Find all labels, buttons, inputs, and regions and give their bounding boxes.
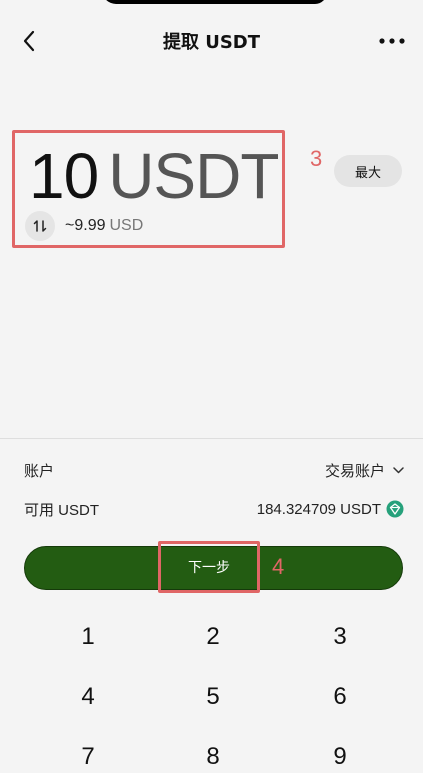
key-8[interactable]: 8 [153, 732, 273, 773]
available-label: 可用 USDT [24, 501, 100, 519]
available-value: 184.324709 USDT [256, 500, 381, 518]
device-notch [101, 0, 322, 4]
available-row: 可用 USDT 184.324709 USDT [24, 497, 404, 521]
approx-row: ~9.99 USD [25, 211, 143, 241]
header: 提取 USDT [0, 22, 423, 60]
key-7[interactable]: 7 [28, 732, 148, 773]
amount-row: 10 USDT [29, 139, 279, 213]
amount-value: 10 [29, 140, 99, 212]
key-5[interactable]: 5 [153, 672, 273, 722]
key-9[interactable]: 9 [280, 732, 400, 773]
withdraw-screen: 提取 USDT 10 USDT ~9.99 USD 3 最大 账户 交易账户 可… [0, 0, 423, 773]
key-6[interactable]: 6 [280, 672, 400, 722]
amount-unit: USDT [108, 140, 279, 212]
approx-unit: USD [109, 217, 144, 234]
annotation-4: 4 [272, 554, 285, 579]
more-horizontal-icon [379, 38, 405, 44]
approx-value: ~9.99 [65, 217, 106, 234]
key-2[interactable]: 2 [153, 612, 273, 662]
next-button-label[interactable]: 下一步 [158, 541, 260, 593]
available-balance: 184.324709 USDT [257, 500, 404, 518]
swap-vertical-icon [33, 220, 47, 232]
key-3[interactable]: 3 [280, 612, 400, 662]
annotation-3: 3 [310, 146, 323, 171]
tether-icon [386, 500, 404, 518]
amount-display: 10 USDT ~9.99 USD [12, 130, 285, 248]
section-divider [0, 438, 423, 439]
swap-currency-button[interactable] [25, 211, 55, 241]
account-selector[interactable]: 交易账户 [325, 460, 404, 481]
chevron-down-icon [393, 466, 404, 474]
account-value: 交易账户 [324, 462, 385, 480]
key-1[interactable]: 1 [28, 612, 148, 662]
page-title: 提取 USDT [162, 32, 261, 53]
max-button[interactable]: 最大 [334, 155, 402, 187]
account-row: 账户 交易账户 [24, 458, 404, 482]
account-label: 账户 [24, 462, 55, 480]
key-4[interactable]: 4 [28, 672, 148, 722]
more-button[interactable] [377, 26, 407, 56]
